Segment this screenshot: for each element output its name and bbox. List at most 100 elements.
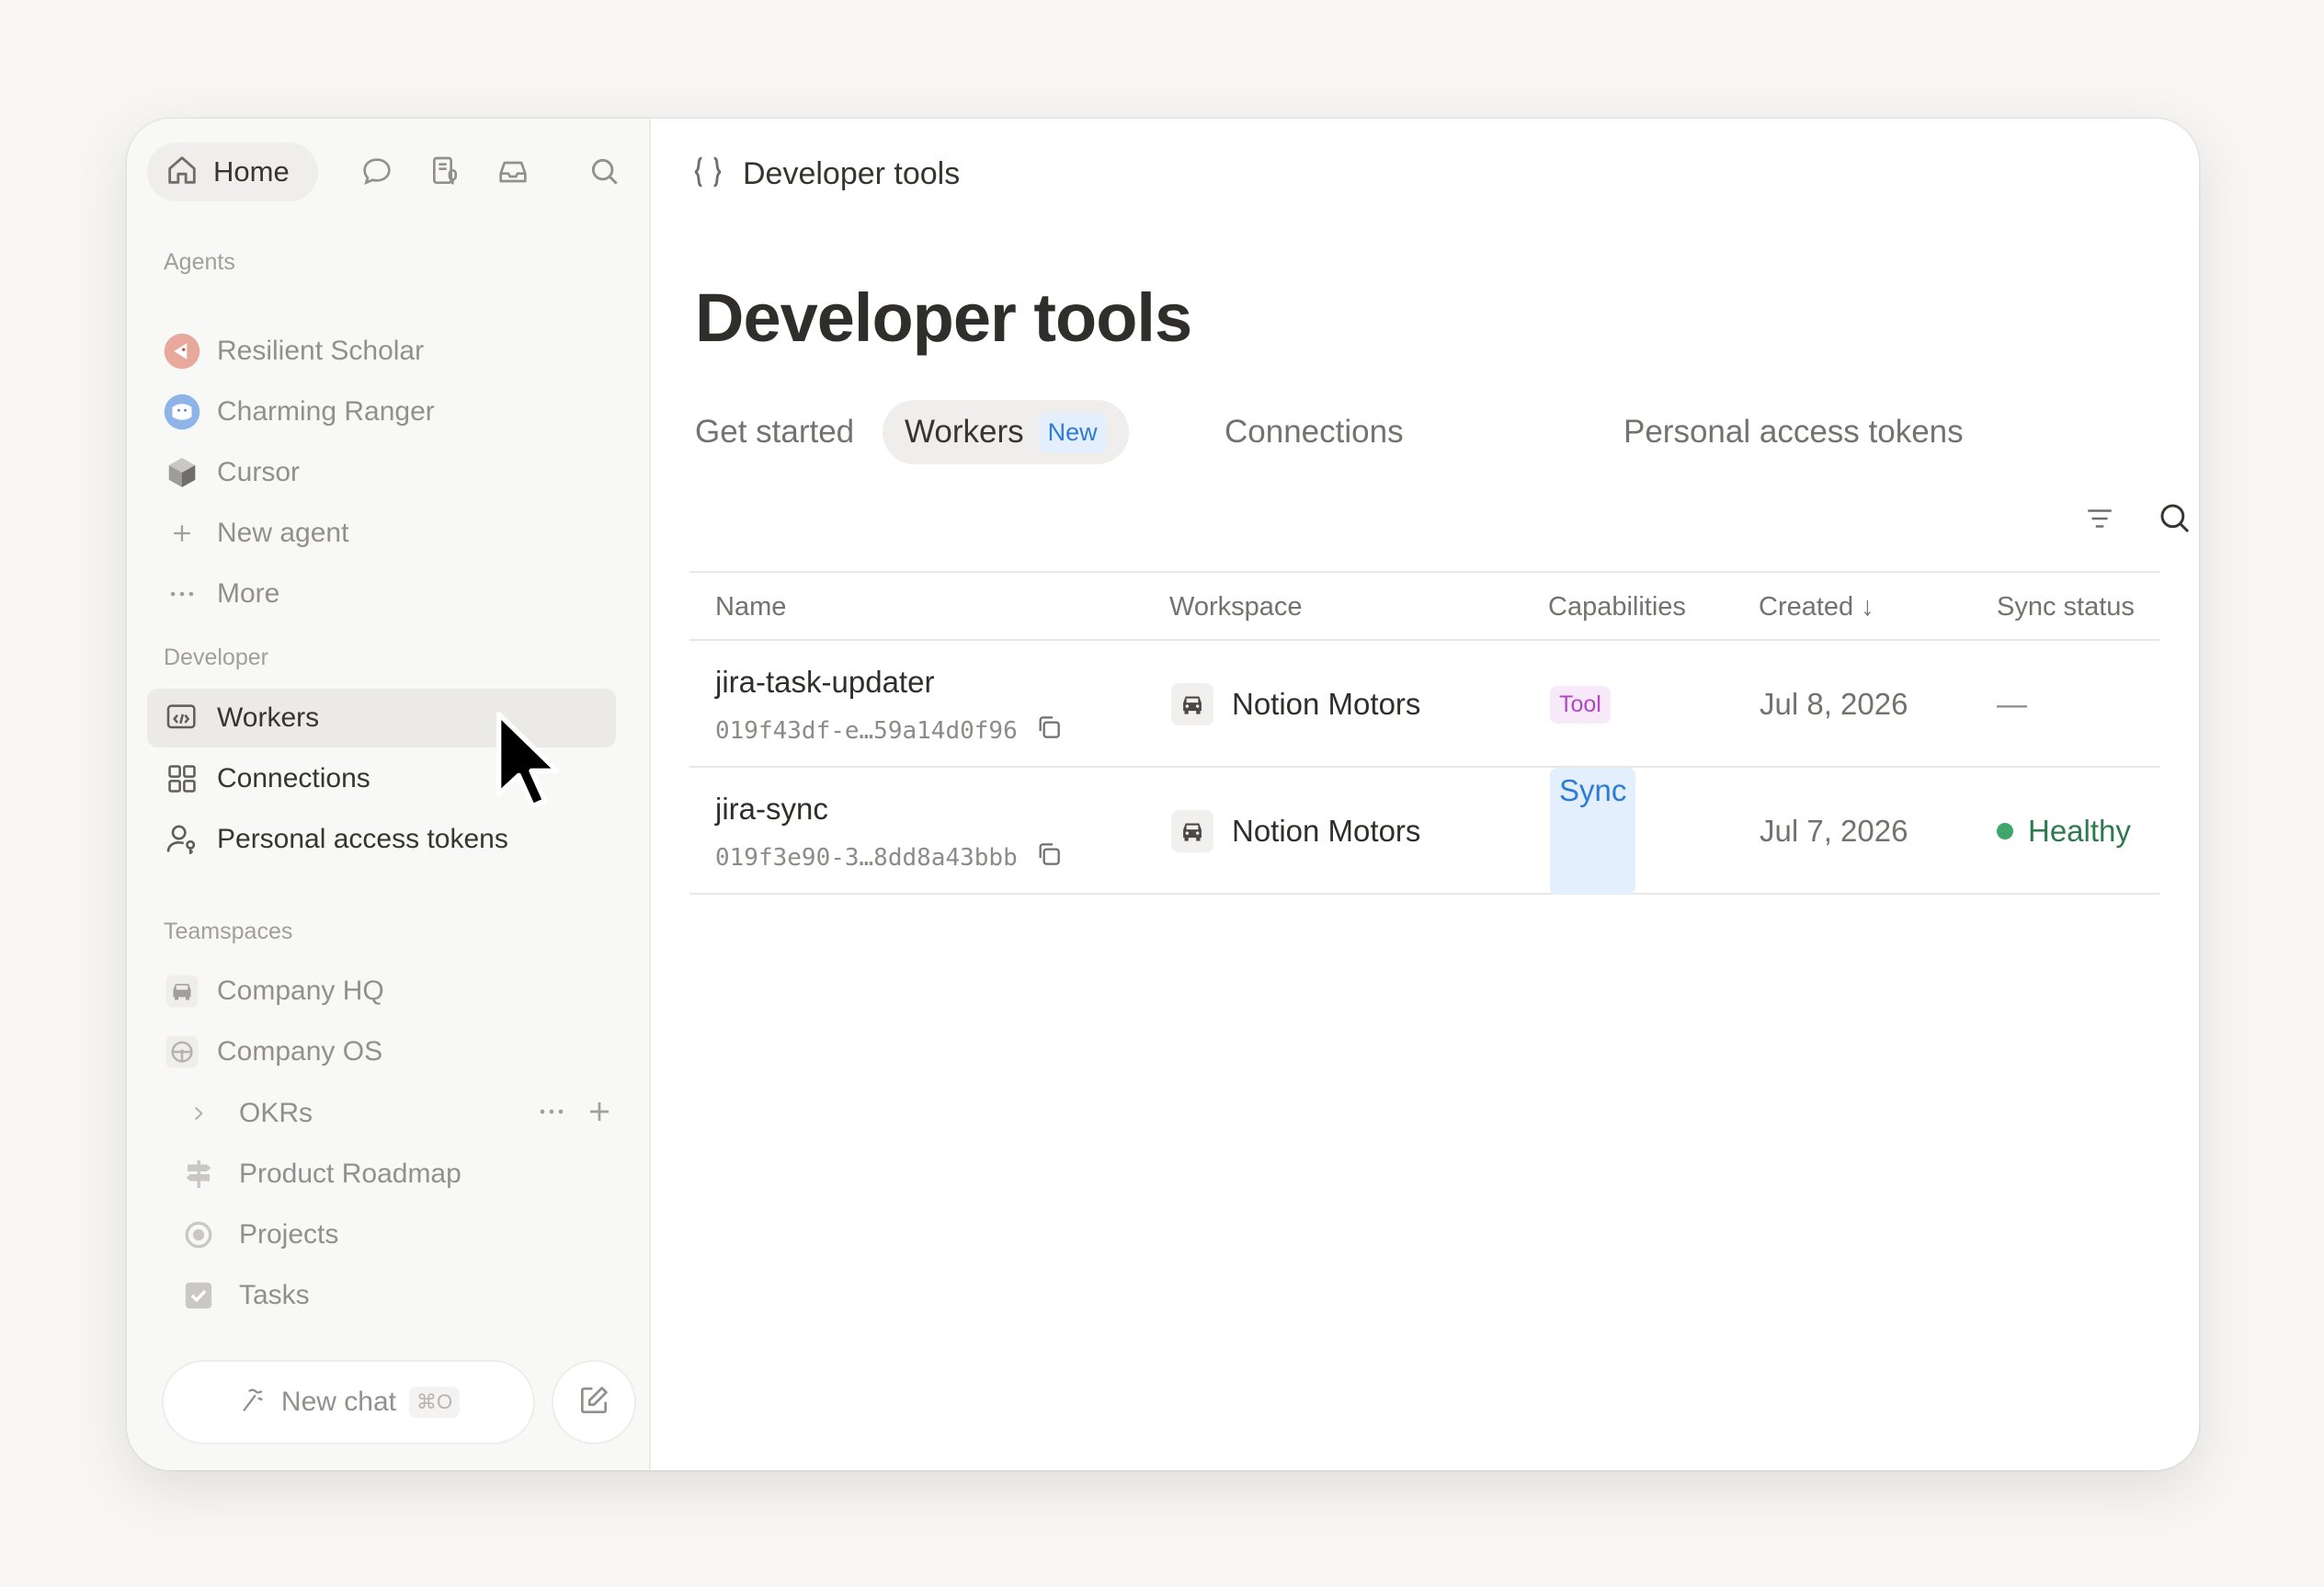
created-date: Jul 7, 2026 bbox=[1760, 814, 1908, 848]
copy-icon[interactable] bbox=[1034, 839, 1064, 875]
table-row[interactable]: jira-task-updater 019f43df-e…59a14d0f96 … bbox=[689, 641, 2160, 768]
column-header-created[interactable]: Created ↓ bbox=[1759, 573, 1874, 641]
worker-name[interactable]: jira-task-updater bbox=[715, 665, 934, 700]
sidebar-item-cursor[interactable]: Cursor bbox=[147, 443, 616, 502]
car-icon bbox=[1171, 810, 1213, 852]
steering-wheel-icon bbox=[162, 1032, 202, 1072]
sidebar: Home Agents Resilient Scholar Charming R… bbox=[127, 119, 651, 1470]
capability-tag: Tool bbox=[1550, 685, 1611, 724]
tab-label: Personal access tokens bbox=[1623, 414, 1964, 450]
sidebar-item-okrs[interactable]: OKRs bbox=[147, 1084, 616, 1143]
filter-icon[interactable] bbox=[2077, 496, 2123, 542]
column-header-capabilities[interactable]: Capabilities bbox=[1548, 573, 1686, 641]
capability-tag: Sync bbox=[1550, 768, 1636, 895]
worker-name[interactable]: jira-sync bbox=[715, 792, 828, 827]
worker-id: 019f3e90-3…8dd8a43bbb bbox=[715, 839, 1064, 875]
workspace-cell: Notion Motors bbox=[1171, 768, 1420, 895]
sidebar-item-projects[interactable]: Projects bbox=[147, 1205, 616, 1264]
code-window-icon bbox=[162, 698, 202, 738]
tab-connections[interactable]: Connections bbox=[1225, 400, 1404, 464]
sidebar-item-product-roadmap[interactable]: Product Roadmap bbox=[147, 1145, 616, 1204]
tab-personal-access-tokens[interactable]: Personal access tokens bbox=[1623, 400, 1964, 464]
breadcrumb-label: Developer tools bbox=[743, 156, 961, 191]
sidebar-item-company-hq[interactable]: Company HQ bbox=[147, 962, 616, 1021]
new-badge: New bbox=[1038, 412, 1107, 452]
sidebar-item-label: Charming Ranger bbox=[217, 396, 435, 427]
sidebar-item-label: Personal access tokens bbox=[217, 824, 508, 854]
sidebar-item-tasks[interactable]: Tasks bbox=[147, 1266, 616, 1325]
section-label-agents: Agents bbox=[164, 249, 235, 275]
target-icon bbox=[178, 1215, 219, 1255]
capabilities-cell: Sync bbox=[1550, 768, 1636, 895]
column-header-workspace[interactable]: Workspace bbox=[1169, 573, 1303, 641]
checkbox-icon bbox=[178, 1275, 219, 1316]
capabilities-cell: Tool bbox=[1550, 641, 1611, 768]
table-row[interactable]: jira-sync 019f3e90-3…8dd8a43bbb Notion M… bbox=[689, 768, 2160, 895]
sidebar-item-company-os[interactable]: Company OS bbox=[147, 1022, 616, 1081]
copy-icon[interactable] bbox=[1034, 713, 1064, 748]
new-agent-button[interactable]: New agent bbox=[147, 504, 616, 563]
sidebar-item-label: New agent bbox=[217, 518, 349, 548]
sidebar-item-label: More bbox=[217, 578, 280, 609]
sidebar-top-row: Home bbox=[147, 143, 631, 201]
sidebar-item-resilient-scholar[interactable]: Resilient Scholar bbox=[147, 322, 616, 381]
home-icon bbox=[164, 152, 200, 193]
ellipsis-icon bbox=[162, 574, 202, 614]
sidebar-item-charming-ranger[interactable]: Charming Ranger bbox=[147, 382, 616, 441]
sidebar-item-label: Tasks bbox=[239, 1280, 310, 1310]
page-title: Developer tools bbox=[695, 280, 1192, 356]
sidebar-item-label: OKRs bbox=[239, 1098, 313, 1128]
meeting-notes-icon[interactable] bbox=[425, 152, 465, 192]
compose-button[interactable] bbox=[553, 1362, 634, 1443]
chevron-right-icon[interactable] bbox=[178, 1093, 219, 1134]
agent-avatar-icon bbox=[162, 331, 202, 371]
app-window: Home Agents Resilient Scholar Charming R… bbox=[127, 119, 2199, 1470]
inbox-icon[interactable] bbox=[493, 152, 533, 192]
table-header: Name Workspace Capabilities Created ↓ Sy… bbox=[689, 571, 2160, 641]
sidebar-item-label: Company HQ bbox=[217, 976, 384, 1006]
column-header-name[interactable]: Name bbox=[715, 573, 786, 641]
sidebar-item-label: Company OS bbox=[217, 1036, 383, 1067]
user-key-icon bbox=[162, 819, 202, 860]
search-icon[interactable] bbox=[585, 152, 625, 192]
tab-label: Connections bbox=[1225, 414, 1404, 450]
chat-bubble-icon[interactable] bbox=[357, 152, 397, 192]
main-content: Developer tools Developer tools Get star… bbox=[651, 119, 2199, 1470]
mouse-pointer-icon bbox=[493, 708, 566, 823]
section-label-teamspaces: Teamspaces bbox=[164, 919, 293, 944]
sidebar-item-label: Cursor bbox=[217, 457, 301, 487]
workspace-name: Notion Motors bbox=[1232, 687, 1421, 721]
compose-icon bbox=[576, 1383, 611, 1422]
ellipsis-icon[interactable] bbox=[533, 1093, 570, 1135]
car-icon bbox=[162, 971, 202, 1011]
sidebar-item-label: Resilient Scholar bbox=[217, 336, 425, 366]
worker-id-text: 019f43df-e…59a14d0f96 bbox=[715, 716, 1018, 745]
plus-icon[interactable] bbox=[581, 1093, 618, 1135]
workspace-name: Notion Motors bbox=[1232, 814, 1421, 848]
sidebar-item-label: Connections bbox=[217, 763, 370, 794]
plus-icon bbox=[162, 513, 202, 554]
sync-status: — bbox=[1997, 641, 2027, 768]
home-button[interactable]: Home bbox=[147, 143, 318, 201]
sync-status-text: — bbox=[1997, 687, 2027, 721]
cube-icon bbox=[162, 452, 202, 493]
tab-label: Workers bbox=[905, 414, 1024, 450]
home-label: Home bbox=[213, 155, 290, 188]
agent-avatar-icon bbox=[162, 392, 202, 432]
worker-id: 019f43df-e…59a14d0f96 bbox=[715, 713, 1064, 748]
new-chat-label: New chat bbox=[280, 1387, 396, 1417]
sync-status: Healthy bbox=[1997, 768, 2131, 895]
column-header-sync-status[interactable]: Sync status bbox=[1997, 573, 2135, 641]
new-chat-shortcut: ⌘O bbox=[408, 1387, 461, 1418]
sync-status-healthy: Healthy bbox=[1997, 814, 2131, 849]
breadcrumb[interactable]: Developer tools bbox=[689, 154, 960, 195]
grid-icon bbox=[162, 759, 202, 799]
car-icon bbox=[1171, 683, 1213, 725]
braces-icon bbox=[689, 154, 726, 195]
tab-get-started[interactable]: Get started bbox=[695, 400, 854, 464]
tab-workers[interactable]: Workers New bbox=[883, 400, 1129, 464]
more-agents-button[interactable]: More bbox=[147, 565, 616, 623]
table-search-icon[interactable] bbox=[2152, 496, 2198, 542]
workspace-cell: Notion Motors bbox=[1171, 641, 1420, 768]
new-chat-button[interactable]: New chat ⌘O bbox=[164, 1362, 533, 1443]
